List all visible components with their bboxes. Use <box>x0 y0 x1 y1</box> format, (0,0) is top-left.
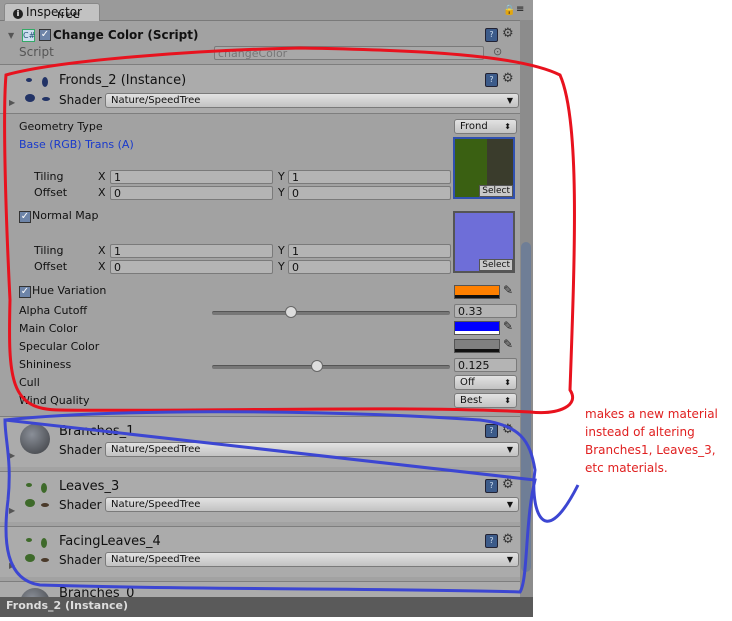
annotation-outlines <box>3 46 580 594</box>
red-outline <box>3 46 576 415</box>
blue-outline <box>3 410 580 594</box>
annotation-note: makes a new material instead of altering… <box>585 407 718 475</box>
